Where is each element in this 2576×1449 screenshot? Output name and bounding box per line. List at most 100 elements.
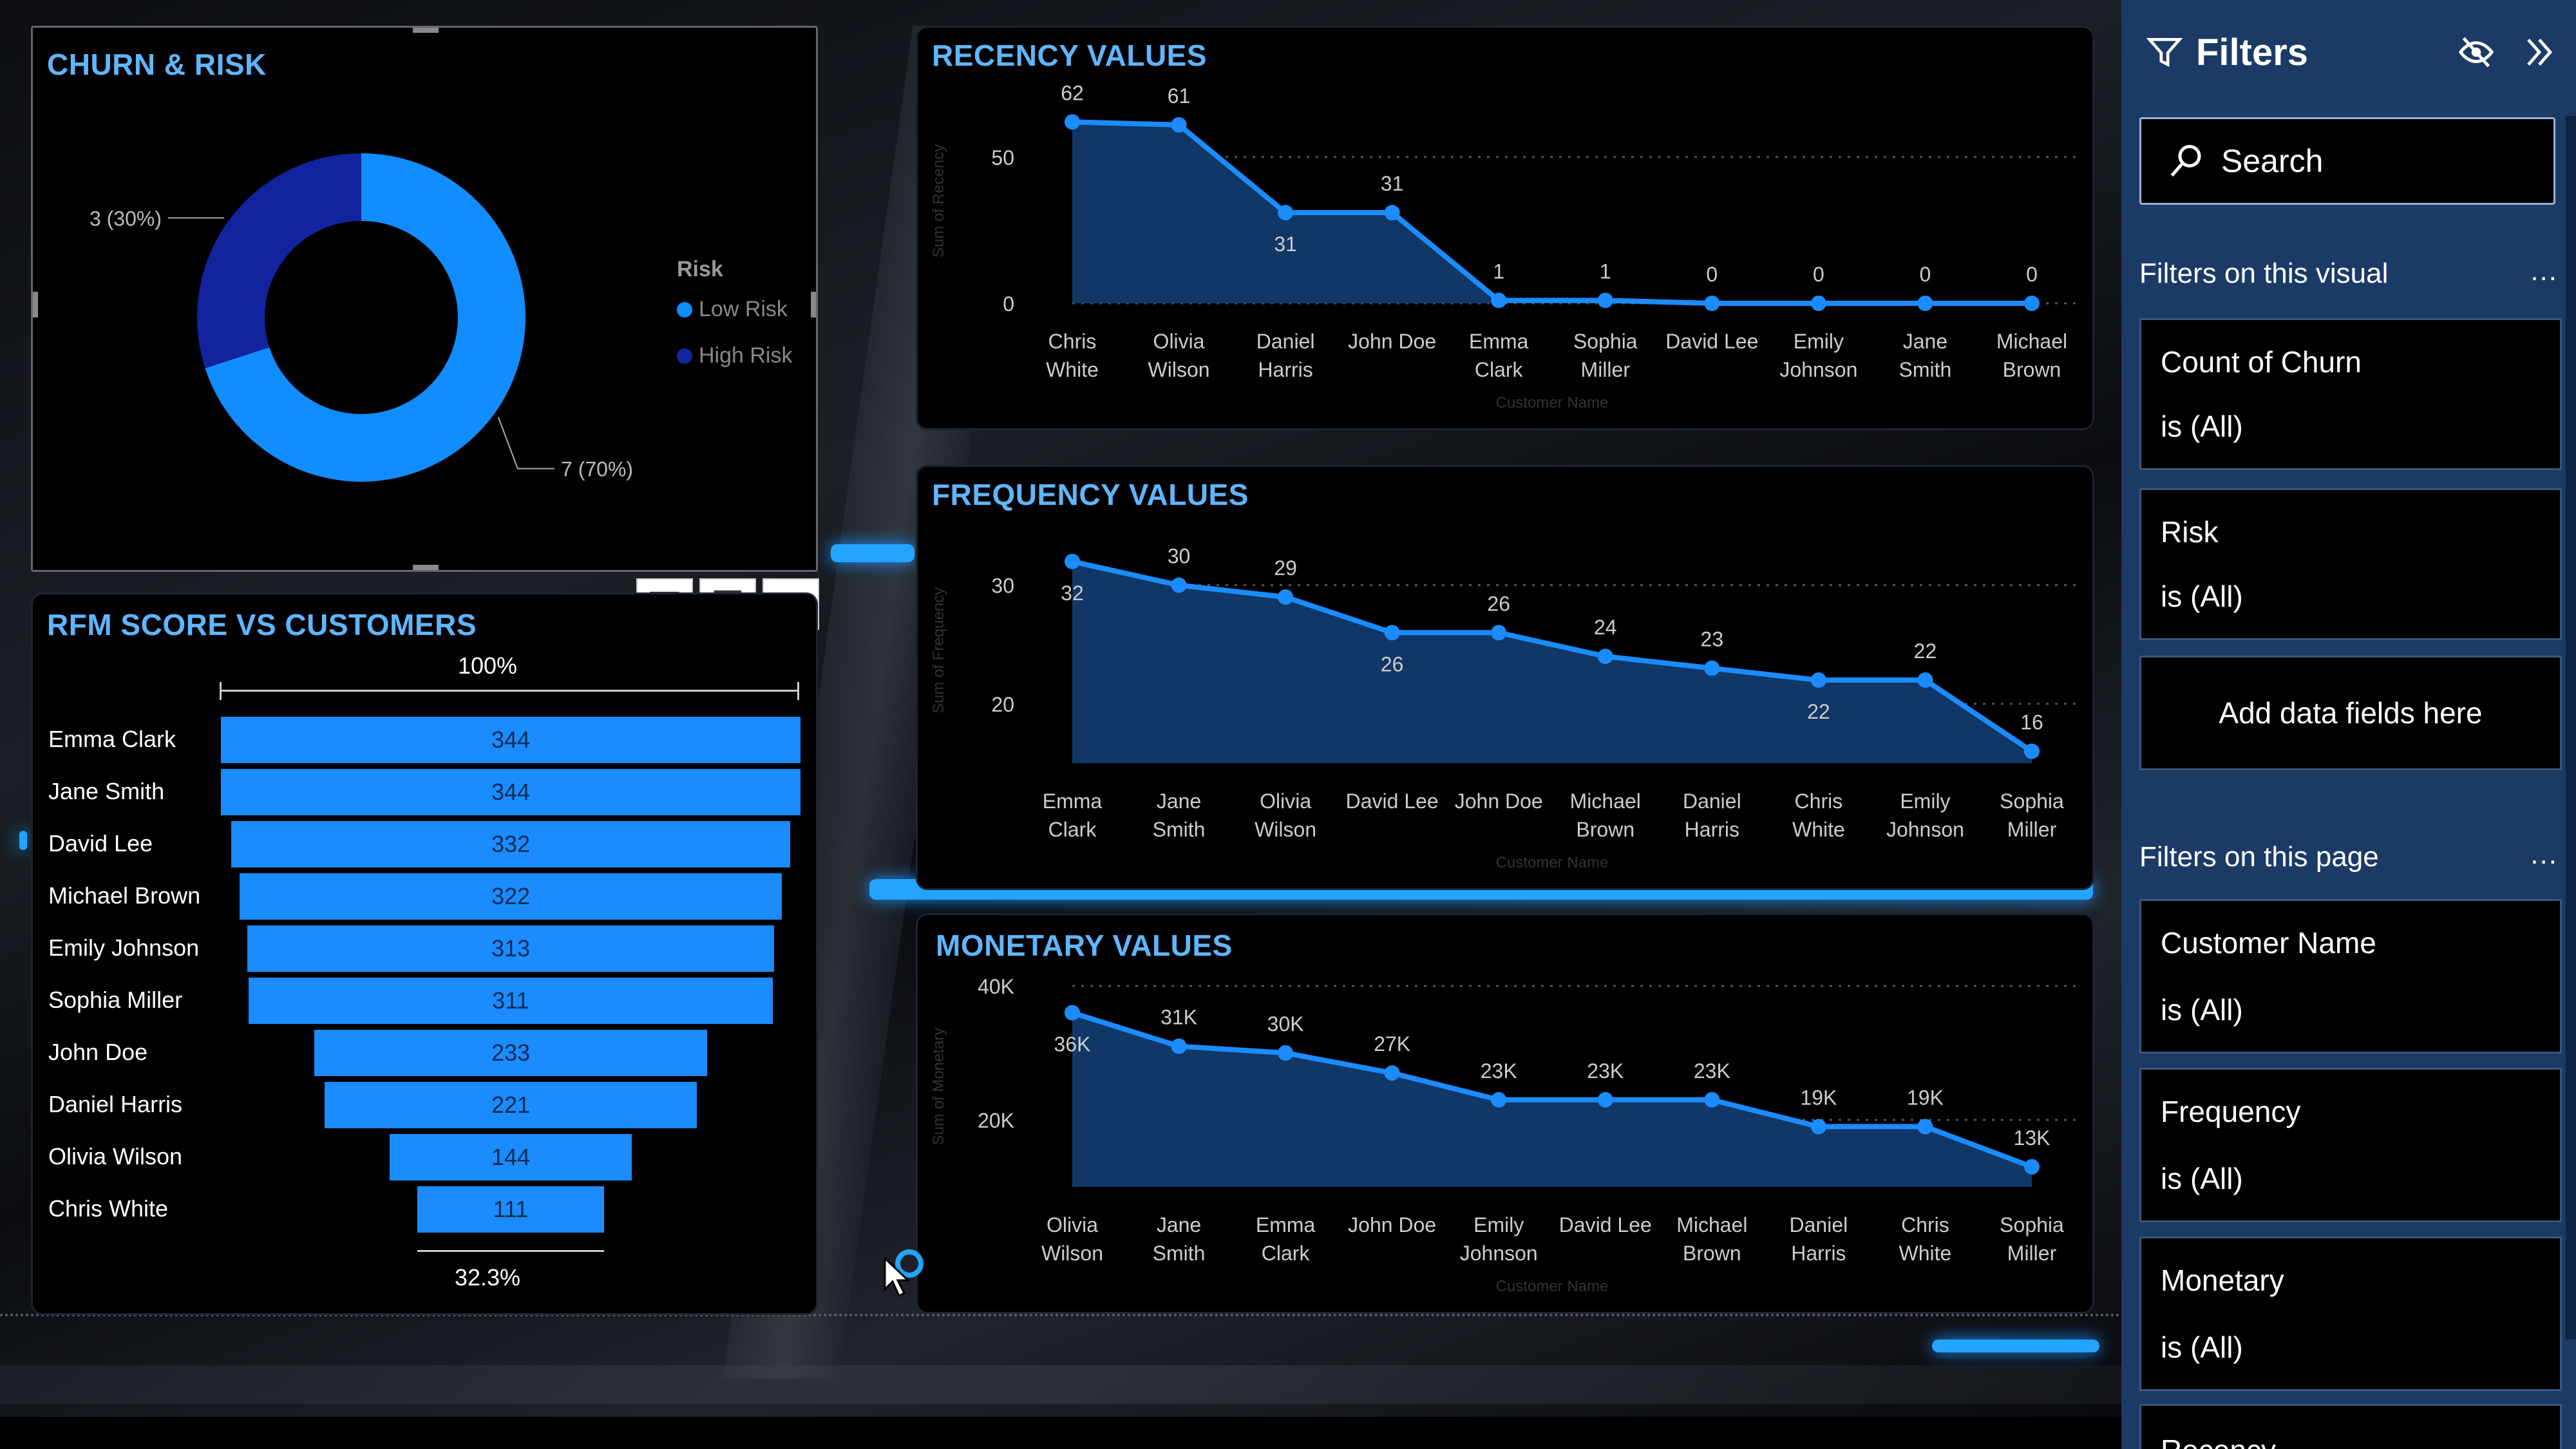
data-label: 31K <box>1160 1006 1197 1029</box>
funnel-row[interactable]: John Doe 233 <box>33 1030 816 1076</box>
more-options-icon[interactable]: ... <box>2530 255 2558 287</box>
more-options-icon[interactable]: ... <box>2530 838 2558 871</box>
data-label: 32 <box>1061 582 1084 605</box>
data-point <box>1171 117 1187 133</box>
filter-card-recency[interactable]: Recency <box>2139 1404 2562 1449</box>
x-tick-label: David Lee <box>1559 1213 1652 1236</box>
x-tick-line: Harris <box>1791 1242 1846 1265</box>
funnel-bar[interactable]: 233 <box>314 1030 707 1076</box>
x-tick-line: White <box>1899 1242 1952 1265</box>
filter-card-monetary[interactable]: Monetary is (All) <box>2139 1236 2562 1391</box>
funnel-bar[interactable]: 221 <box>324 1082 697 1128</box>
filter-card-name: Frequency <box>2161 1095 2301 1128</box>
x-tick-line: Miller <box>2007 1242 2057 1265</box>
funnel-bar[interactable]: 344 <box>221 769 800 815</box>
funnel-row[interactable]: Emily Johnson 313 <box>33 925 816 972</box>
x-tick-line: Brown <box>2003 358 2061 381</box>
filter-card-count-of-churn[interactable]: Count of Churn is (All) <box>2139 318 2562 470</box>
legend-item-high-risk[interactable]: High Risk <box>677 343 792 368</box>
funnel-row[interactable]: Chris White 111 <box>33 1186 816 1233</box>
data-label: 19K <box>1907 1086 1944 1109</box>
funnel-category-label: Jane Smith <box>48 778 165 804</box>
x-tick-line: Brown <box>1683 1242 1741 1265</box>
filter-card-name: Recency <box>2161 1433 2276 1449</box>
funnel-category-label: Sophia Miller <box>48 987 183 1013</box>
funnel-bar[interactable]: 313 <box>247 925 775 972</box>
legend-label: Low Risk <box>699 297 788 321</box>
monetary-visual[interactable]: MONETARY VALUES Sum of Monetary 20K 40K 36K… <box>916 913 2094 1314</box>
x-tick-line: Harris <box>1258 358 1312 381</box>
x-tick-label: Daniel Harris <box>1256 330 1315 381</box>
recency-visual[interactable]: RECENCY VALUES Sum of Recency 0 50 62 Chris W… <box>916 26 2094 430</box>
y-tick-label: 50 <box>991 146 1014 169</box>
x-tick-label: Emily Johnson <box>1460 1213 1538 1265</box>
y-tick-label: 20 <box>991 693 1014 716</box>
legend-item-low-risk[interactable]: Low Risk <box>677 297 788 322</box>
x-tick-line: Wilson <box>1041 1242 1103 1265</box>
background-decoration <box>0 1417 2121 1449</box>
section-label: Filters on this visual <box>2139 258 2389 289</box>
data-label: 31 <box>1274 232 1297 256</box>
data-label: 27K <box>1374 1032 1410 1056</box>
x-tick-line: Chris <box>1048 330 1097 353</box>
funnel-bar[interactable]: 111 <box>417 1186 605 1233</box>
x-tick-label: Sophia Miller <box>2000 790 2064 841</box>
filter-card-value: is (All) <box>2161 410 2243 443</box>
filters-pane: Filters Search Filters on this visual ..… <box>2121 0 2576 1449</box>
frequency-visual[interactable]: FREQUENCY VALUES Sum of Frequency 20 30 32 E… <box>916 465 2094 890</box>
funnel-row[interactable]: Michael Brown 322 <box>33 873 816 920</box>
x-tick-line: Miller <box>2007 818 2057 841</box>
funnel-value-label: 233 <box>491 1039 531 1066</box>
filter-card-name: Risk <box>2161 515 2219 549</box>
x-tick-line: Emma <box>1256 1213 1316 1236</box>
data-point <box>1278 1045 1294 1061</box>
funnel-bar[interactable]: 322 <box>239 873 782 920</box>
filters-scrollbar[interactable] <box>2566 116 2576 1340</box>
filters-header: Filters <box>2145 31 2308 74</box>
filters-search-input[interactable]: Search <box>2139 117 2555 205</box>
data-point <box>1597 1092 1613 1108</box>
funnel-bar[interactable]: 311 <box>249 978 773 1024</box>
resize-handle[interactable] <box>413 565 439 570</box>
add-data-fields-dropzone[interactable]: Add data fields here <box>2139 656 2562 770</box>
data-point <box>1171 577 1187 593</box>
churn-risk-visual[interactable]: CHURN & RISK 7 (70%) 3 (30%) Risk Low Ris… <box>31 26 818 572</box>
x-tick-line: White <box>1792 818 1845 841</box>
x-tick-line: David Lee <box>1559 1213 1652 1236</box>
monetary-area-chart[interactable]: Sum of Monetary 20K 40K 36K Olivia Wilson 31K J… <box>918 915 2094 1314</box>
funnel-chart[interactable]: Emma Clark 344 Jane Smith 344 David Lee 332 Mi… <box>33 717 816 1251</box>
frequency-area-chart[interactable]: Sum of Frequency 20 30 32 Emma Clark 30 Jane Smi… <box>918 467 2094 890</box>
filter-card-frequency[interactable]: Frequency is (All) <box>2139 1068 2562 1222</box>
filter-card-risk[interactable]: Risk is (All) <box>2139 488 2562 640</box>
hide-eye-icon[interactable] <box>2458 33 2495 71</box>
filters-title: Filters <box>2196 32 2309 73</box>
funnel-bar[interactable]: 344 <box>221 717 800 763</box>
resize-handle[interactable] <box>811 292 816 317</box>
y-tick-label: 0 <box>1003 292 1014 316</box>
rfm-score-visual[interactable]: RFM SCORE VS CUSTOMERS 100% Emma Clark 34… <box>31 592 818 1315</box>
filter-card-name: Customer Name <box>2161 926 2376 960</box>
funnel-row[interactable]: Sophia Miller 311 <box>33 978 816 1024</box>
funnel-row[interactable]: Jane Smith 344 <box>33 769 816 815</box>
data-point <box>1597 649 1613 665</box>
funnel-row[interactable]: David Lee 332 <box>33 821 816 867</box>
funnel-row[interactable]: Olivia Wilson 144 <box>33 1134 816 1180</box>
recency-area-chart[interactable]: Sum of Recency 0 50 62 Chris White 61 Olivia Wil… <box>918 28 2094 430</box>
data-label: 1 <box>1600 260 1611 283</box>
funnel-bar[interactable]: 332 <box>231 821 791 867</box>
funnel-row[interactable]: Emma Clark 344 <box>33 717 816 763</box>
filter-card-customer-name[interactable]: Customer Name is (All) <box>2139 899 2562 1054</box>
filters-on-visual-section: Filters on this visual ... <box>2139 255 2564 290</box>
funnel-category-label: Chris White <box>48 1195 169 1222</box>
funnel-bar[interactable]: 144 <box>389 1134 632 1180</box>
collapse-chevron-icon[interactable] <box>2521 33 2558 71</box>
funnel-row[interactable]: Daniel Harris 221 <box>33 1082 816 1128</box>
resize-handle[interactable] <box>413 28 439 33</box>
data-label: 31 <box>1381 172 1404 195</box>
x-tick-label: Michael Brown <box>1570 790 1641 841</box>
funnel-category-label: Emily Johnson <box>48 934 200 961</box>
x-tick-line: Sophia <box>1573 330 1638 353</box>
resize-handle[interactable] <box>33 292 38 317</box>
x-tick-line: Olivia <box>1260 790 1311 813</box>
data-point <box>1491 1092 1507 1108</box>
